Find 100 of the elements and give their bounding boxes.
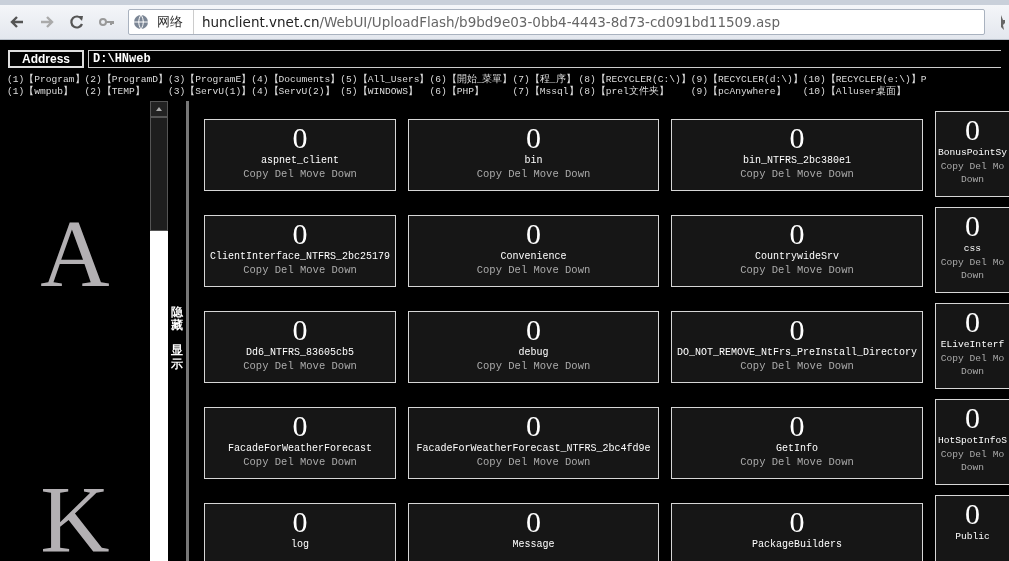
action-link[interactable]: Del <box>969 257 987 268</box>
action-link[interactable]: Down <box>961 174 984 185</box>
action-link[interactable]: Down <box>828 456 854 468</box>
folder-name[interactable]: debug <box>409 346 658 360</box>
action-link[interactable]: Move <box>300 168 326 180</box>
action-link[interactable]: Copy <box>740 360 766 372</box>
action-link[interactable]: Move <box>533 264 559 276</box>
show-link[interactable]: 显示 <box>171 344 183 371</box>
address-field[interactable]: 网络 hunclient.vnet.cn/WebUI/UploadFlash/b9bd9e03-0bb4-4443-8d73-cd091bd11509.asp <box>128 9 985 35</box>
action-link[interactable]: Del <box>969 161 987 172</box>
action-link[interactable]: Move <box>797 168 823 180</box>
action-link[interactable]: Copy <box>243 264 269 276</box>
folder-name[interactable]: ELiveInterf <box>936 338 1009 352</box>
action-link[interactable]: Mo <box>992 161 1005 172</box>
action-link[interactable]: Down <box>565 264 591 276</box>
action-link[interactable]: Move <box>533 360 559 372</box>
action-link[interactable]: Down <box>565 456 591 468</box>
quick-link[interactable]: (3)【ServU(1)】 <box>167 86 252 98</box>
quick-link[interactable]: (4)【Documents】 <box>251 74 341 86</box>
folder-name[interactable]: FacadeForWeatherForecast_NTFRS_2bc4fd9e <box>409 442 658 456</box>
quick-link[interactable]: (7)【Mssql】 <box>512 86 579 98</box>
action-link[interactable]: Del <box>771 264 791 276</box>
quick-link[interactable]: (10)【RECYCLER(e:\)】 <box>802 74 921 86</box>
folder-name[interactable]: Convenience <box>409 250 658 264</box>
quick-link[interactable]: (3)【ProgramE】 <box>167 74 252 86</box>
folder-name[interactable]: CountrywideSrv <box>672 250 922 264</box>
folder-name[interactable]: bin <box>409 154 658 168</box>
action-link[interactable]: Move <box>300 264 326 276</box>
action-link[interactable]: Move <box>533 456 559 468</box>
action-link[interactable]: Down <box>331 360 357 372</box>
action-link[interactable]: Copy <box>243 360 269 372</box>
folder-name[interactable]: FacadeForWeatherForecast <box>205 442 395 456</box>
action-link[interactable]: Del <box>274 264 294 276</box>
quick-link[interactable]: (1)【Program】 <box>7 74 85 86</box>
action-link[interactable]: Down <box>828 360 854 372</box>
action-link[interactable]: Del <box>771 456 791 468</box>
action-link[interactable]: Down <box>331 264 357 276</box>
action-link[interactable]: Del <box>274 456 294 468</box>
action-link[interactable]: Copy <box>476 264 502 276</box>
action-link[interactable]: Down <box>565 168 591 180</box>
quick-link[interactable]: (9)【RECYCLER(d:\)】 <box>690 74 803 86</box>
action-link[interactable]: Copy <box>740 168 766 180</box>
action-link[interactable]: Move <box>797 456 823 468</box>
action-link[interactable]: Del <box>508 456 528 468</box>
action-link[interactable]: Copy <box>476 168 502 180</box>
action-link[interactable]: Del <box>508 168 528 180</box>
quick-link[interactable]: P <box>920 74 927 86</box>
action-link[interactable]: Del <box>508 264 528 276</box>
quick-link[interactable]: (8)【RECYCLER(C:\)】 <box>578 74 691 86</box>
quick-link[interactable]: (5)【All_Users】 <box>340 74 430 86</box>
path-field[interactable]: D:\HNweb <box>88 50 1001 68</box>
action-link[interactable]: Copy <box>940 449 964 460</box>
quick-link[interactable]: (4)【ServU(2)】 <box>251 86 341 98</box>
action-link[interactable]: Down <box>961 270 984 281</box>
folder-name[interactable]: bin_NTFRS_2bc380e1 <box>672 154 922 168</box>
action-link[interactable]: Mo <box>992 257 1005 268</box>
action-link[interactable]: Copy <box>243 168 269 180</box>
action-link[interactable]: Del <box>771 360 791 372</box>
action-link[interactable]: Del <box>771 168 791 180</box>
index-letter[interactable]: K <box>0 472 150 561</box>
action-link[interactable]: Copy <box>476 456 502 468</box>
action-link[interactable]: Copy <box>740 264 766 276</box>
folder-name[interactable]: Dd6_NTFRS_83605cb5 <box>205 346 395 360</box>
action-link[interactable]: Copy <box>940 161 964 172</box>
up-arrow-icon[interactable] <box>156 107 162 111</box>
folder-name[interactable]: log <box>205 538 395 552</box>
quick-link[interactable]: (1)【wmpub】 <box>7 86 85 98</box>
folder-name[interactable]: Public <box>936 530 1009 544</box>
index-letter[interactable]: A <box>0 206 150 302</box>
action-link[interactable]: Del <box>274 168 294 180</box>
action-link[interactable]: Down <box>828 264 854 276</box>
action-link[interactable]: Down <box>331 456 357 468</box>
hide-link[interactable]: 隐藏 <box>171 306 183 333</box>
folder-name[interactable]: HotSpotInfoS <box>936 434 1009 448</box>
quick-link[interactable]: (8)【prel文件夹】 <box>578 86 691 98</box>
folder-name[interactable]: Message <box>409 538 658 552</box>
action-link[interactable]: Mo <box>992 353 1005 364</box>
action-link[interactable]: Copy <box>740 456 766 468</box>
folder-name[interactable]: ClientInterface_NTFRS_2bc25179 <box>205 250 395 264</box>
folder-name[interactable]: aspnet_client <box>205 154 395 168</box>
action-link[interactable]: Copy <box>940 353 964 364</box>
folder-name[interactable]: BonusPointSy <box>936 146 1009 160</box>
quick-link[interactable]: (2)【ProgramD】 <box>84 74 168 86</box>
action-link[interactable]: Down <box>961 462 984 473</box>
quick-link[interactable]: (9)【pcAnywhere】 <box>690 86 803 98</box>
folder-name[interactable]: GetInfo <box>672 442 922 456</box>
action-link[interactable]: Del <box>274 360 294 372</box>
action-link[interactable]: Move <box>533 168 559 180</box>
action-link[interactable]: Down <box>961 366 984 377</box>
scroll-thumb[interactable] <box>150 117 168 231</box>
action-link[interactable]: Copy <box>940 257 964 268</box>
action-link[interactable]: Down <box>828 168 854 180</box>
quick-link[interactable]: (7)【程_序】 <box>512 74 579 86</box>
folder-name[interactable]: css <box>936 242 1009 256</box>
action-link[interactable]: Move <box>300 360 326 372</box>
action-link[interactable]: Down <box>331 168 357 180</box>
action-link[interactable]: Move <box>797 264 823 276</box>
action-link[interactable]: Move <box>300 456 326 468</box>
action-link[interactable]: Move <box>797 360 823 372</box>
action-link[interactable]: Mo <box>992 449 1005 460</box>
